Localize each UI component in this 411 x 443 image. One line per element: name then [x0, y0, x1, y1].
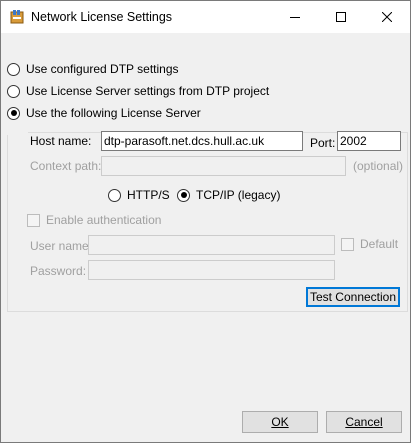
window-title: Network License Settings: [31, 10, 173, 24]
option-label: Use configured DTP settings: [26, 62, 179, 76]
minimize-button[interactable]: [272, 1, 318, 33]
test-connection-button[interactable]: Test Connection: [306, 287, 400, 307]
close-icon: [382, 12, 392, 22]
title-bar: Network License Settings: [1, 1, 410, 33]
port-label: Port:: [310, 136, 336, 150]
context-path-label: Context path:: [30, 159, 102, 173]
password-label: Password:: [30, 264, 87, 278]
port-input[interactable]: 2002: [337, 131, 401, 151]
enable-authentication-label: Enable authentication: [46, 213, 162, 227]
ok-label: OK: [271, 415, 289, 429]
optional-label: (optional): [353, 159, 404, 173]
protocol-label: HTTP/S: [127, 188, 170, 202]
default-label: Default: [360, 237, 399, 251]
radio-button[interactable]: [7, 62, 20, 76]
checkbox[interactable]: [27, 213, 40, 227]
radio-button[interactable]: [177, 188, 190, 202]
option-label: Use License Server settings from DTP pro…: [26, 84, 270, 98]
ok-button[interactable]: OK: [242, 411, 318, 433]
radio-button[interactable]: [108, 188, 121, 202]
password-input[interactable]: [88, 260, 335, 280]
option-configured-dtp[interactable]: Use configured DTP settings: [7, 61, 179, 77]
user-name-label: User name:: [30, 239, 93, 253]
dialog-window: Network License Settings Use configured …: [0, 0, 411, 443]
app-icon: [10, 10, 24, 24]
default-checkbox[interactable]: Default: [341, 237, 398, 251]
maximize-button[interactable]: [318, 1, 364, 33]
cancel-label: Cancel: [345, 415, 383, 429]
option-label: Use the following License Server: [26, 106, 201, 120]
minimize-icon: [290, 17, 300, 18]
option-dtp-project[interactable]: Use License Server settings from DTP pro…: [7, 83, 269, 99]
enable-authentication-checkbox[interactable]: Enable authentication: [27, 213, 161, 227]
protocol-tcpip[interactable]: TCP/IP (legacy): [177, 187, 280, 203]
group-frame-gap: [7, 129, 28, 135]
close-button[interactable]: [364, 1, 410, 33]
user-name-input[interactable]: [88, 235, 335, 255]
context-path-input[interactable]: [101, 156, 346, 176]
option-following-server[interactable]: Use the following License Server: [7, 105, 201, 121]
host-name-label: Host name:: [30, 134, 92, 148]
radio-button[interactable]: [7, 106, 20, 120]
protocol-https[interactable]: HTTP/S: [108, 187, 170, 203]
checkbox[interactable]: [341, 237, 354, 251]
radio-button[interactable]: [7, 84, 20, 98]
host-name-input[interactable]: dtp-parasoft.net.dcs.hull.ac.uk: [101, 131, 303, 151]
protocol-label: TCP/IP (legacy): [196, 188, 281, 202]
maximize-icon: [336, 12, 346, 22]
cancel-button[interactable]: Cancel: [326, 411, 402, 433]
